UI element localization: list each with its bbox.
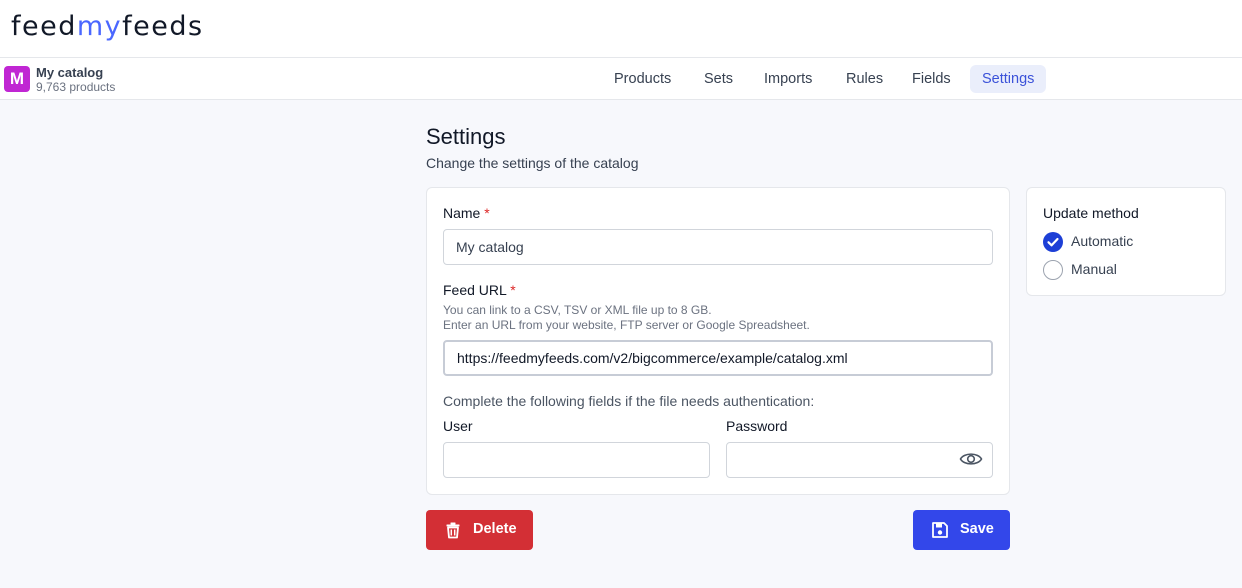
tab-rules[interactable]: Rules bbox=[834, 65, 895, 93]
page-title: Settings bbox=[426, 124, 506, 149]
tab-products[interactable]: Products bbox=[602, 65, 683, 93]
tab-sets[interactable]: Sets bbox=[692, 65, 745, 93]
delete-button-label: Delete bbox=[473, 521, 517, 537]
user-field[interactable] bbox=[443, 442, 710, 478]
name-label: Name * bbox=[443, 205, 490, 221]
user-label: User bbox=[443, 418, 473, 434]
update-method-title: Update method bbox=[1043, 205, 1139, 221]
password-label: Password bbox=[726, 418, 788, 434]
brand-logo[interactable]: feedmyfeeds bbox=[11, 10, 204, 44]
feed-url-field[interactable] bbox=[443, 340, 993, 376]
feed-url-label: Feed URL * bbox=[443, 282, 516, 298]
save-button-label: Save bbox=[960, 521, 994, 537]
eye-icon[interactable] bbox=[959, 450, 983, 468]
catalog-avatar: M bbox=[4, 66, 30, 92]
check-icon bbox=[1047, 237, 1059, 247]
feed-url-help-2: Enter an URL from your website, FTP serv… bbox=[443, 318, 810, 332]
delete-button[interactable]: Delete bbox=[426, 510, 533, 550]
radio-unchecked-indicator[interactable] bbox=[1043, 260, 1063, 280]
auth-note: Complete the following fields if the fil… bbox=[443, 393, 815, 409]
save-icon bbox=[932, 522, 948, 538]
name-field[interactable] bbox=[443, 229, 993, 265]
radio-automatic-label: Automatic bbox=[1071, 233, 1134, 249]
required-marker: * bbox=[510, 282, 516, 298]
radio-manual-label: Manual bbox=[1071, 261, 1117, 277]
page-subtitle: Change the settings of the catalog bbox=[426, 155, 639, 171]
top-header: feedmyfeeds bbox=[0, 0, 1242, 58]
tab-settings[interactable]: Settings bbox=[970, 65, 1047, 93]
tab-imports[interactable]: Imports bbox=[752, 65, 824, 93]
catalog-product-count: 9,763 products bbox=[36, 80, 116, 94]
password-field[interactable] bbox=[726, 442, 993, 478]
tab-fields[interactable]: Fields bbox=[900, 65, 963, 93]
required-marker: * bbox=[484, 205, 490, 221]
feed-url-help-1: You can link to a CSV, TSV or XML file u… bbox=[443, 303, 712, 317]
trash-icon bbox=[446, 522, 460, 539]
radio-checked-indicator[interactable] bbox=[1043, 232, 1063, 252]
save-button[interactable]: Save bbox=[913, 510, 1010, 550]
catalog-nav-bar: M My catalog 9,763 products Products Set… bbox=[0, 58, 1242, 100]
catalog-name: My catalog bbox=[36, 65, 104, 80]
